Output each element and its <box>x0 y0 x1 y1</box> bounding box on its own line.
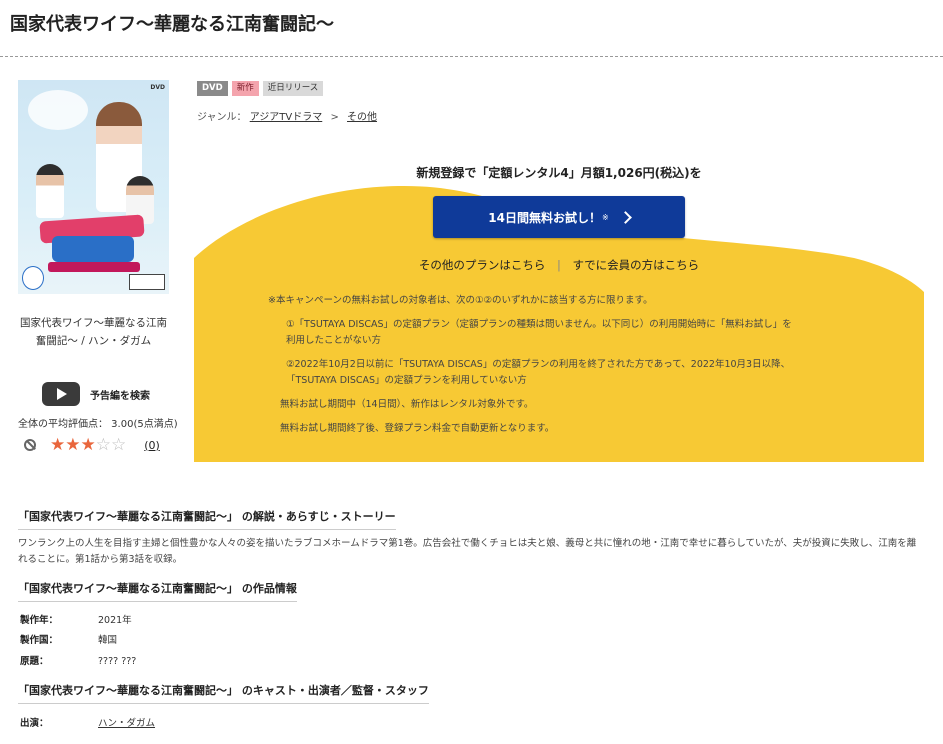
rental-label <box>129 274 165 290</box>
review-count-link[interactable]: (0) <box>144 439 160 452</box>
info-row-year: 製作年： 2021年 <box>20 612 132 626</box>
cover-figure-left <box>36 164 64 218</box>
cover-logo <box>32 214 152 278</box>
tag-coming-soon: 近日リリース <box>262 81 324 96</box>
campaign-headline: 新規登録で「定額レンタル4」月額1,026円(税込)を <box>416 166 702 180</box>
info-key: 製作国： <box>20 635 59 646</box>
no-rating-icon[interactable] <box>24 439 36 451</box>
info-value: 2021年 <box>98 615 132 626</box>
tag-list: DVD 新作 近日リリース <box>197 81 324 96</box>
info-key: 製作年： <box>20 615 59 626</box>
link-divider: | <box>557 258 561 272</box>
average-rating: 全体の平均評価点： 3.00(5点満点) <box>18 419 178 430</box>
genre-link-other[interactable]: その他 <box>347 112 377 123</box>
campaign-links: その他のプランはこちら | すでに会員の方はこちら <box>194 257 924 273</box>
info-row-original-title: 原題： ???? ??? <box>20 653 136 667</box>
star-empty-icon: ☆ <box>95 435 111 455</box>
member-login-link[interactable]: すでに会員の方はこちら <box>573 258 700 272</box>
genre-breadcrumb: ジャンル： アジアTVドラマ > その他 <box>197 108 377 123</box>
work-info-heading: 「国家代表ワイフ〜華麗なる江南奮闘記〜」 の作品情報 <box>18 580 297 602</box>
info-key: 出演： <box>20 718 49 729</box>
star-filled-icon: ★ <box>80 435 96 455</box>
campaign-banner: 新規登録で「定額レンタル4」月額1,026円(税込)を 14日間無料お試し！ ※… <box>194 150 924 462</box>
note-line: ※本キャンペーンの無料お試しの対象者は、次の①②のいずれかに該当する方に限ります… <box>268 295 653 306</box>
star-filled-icon: ★ <box>50 435 66 455</box>
cast-link[interactable]: ハン・ダガム <box>98 718 155 729</box>
genre-label: ジャンル： <box>197 112 247 123</box>
genre-link-asian-tv[interactable]: アジアTVドラマ <box>250 112 323 123</box>
cover-caption: 国家代表ワイフ〜華麗なる江南奮闘記〜 / ハン・ダガム <box>20 317 167 347</box>
rating-row: ★★★☆☆ (0) <box>24 436 160 454</box>
note-line: 「TSUTAYA DISCAS」の定額プランを利用していない方 <box>286 375 527 386</box>
note-line: ②2022年10月2日以前に「TSUTAYA DISCAS」の定額プランの利用を… <box>286 359 791 370</box>
info-key: 原題： <box>20 656 49 667</box>
trailer-search-button[interactable]: 予告編を検索 <box>42 382 150 406</box>
info-value: ???? ??? <box>98 656 137 667</box>
info-row-cast: 出演： ハン・ダガム <box>20 715 155 729</box>
trailer-label: 予告編を検索 <box>90 390 150 402</box>
note-line: ①「TSUTAYA DISCAS」の定額プラン（定額プランの種類は問いません。以… <box>286 319 792 330</box>
tag-new: 新作 <box>231 81 259 96</box>
free-trial-button[interactable]: 14日間無料お試し！ ※ <box>433 196 685 238</box>
play-icon <box>42 382 80 406</box>
free-trial-note-mark: ※ <box>602 212 609 222</box>
cover-image[interactable]: DVD <box>18 80 169 294</box>
free-trial-label: 14日間無料お試し！ <box>488 210 601 225</box>
story-text: ワンランク上の人生を目指す主婦と個性豊かな人々の姿を描いたラブコメホームドラマ第… <box>18 538 917 565</box>
dvd-mark: DVD <box>150 84 165 91</box>
chevron-right-icon <box>618 210 632 224</box>
info-row-country: 製作国： 韓国 <box>20 632 117 646</box>
story-heading: 「国家代表ワイフ〜華麗なる江南奮闘記〜」 の解説・あらすじ・ストーリー <box>18 508 396 530</box>
tag-dvd: DVD <box>197 81 228 96</box>
volume-badge <box>22 266 44 290</box>
note-line: 無料お試し期間中（14日間）、新作はレンタル対象外です。 <box>280 399 534 410</box>
star-rating: ★★★☆☆ <box>50 436 126 454</box>
cover-ribbon <box>28 90 88 130</box>
campaign-notes: ※本キャンペーンの無料お試しの対象者は、次の①②のいずれかに該当する方に限ります… <box>268 293 888 437</box>
other-plans-link[interactable]: その他のプランはこちら <box>419 258 546 272</box>
genre-separator: > <box>330 112 339 123</box>
star-empty-icon: ☆ <box>111 435 127 455</box>
note-line: 無料お試し期間終了後、登録プラン料金で自動更新となります。 <box>280 423 555 434</box>
cast-heading: 「国家代表ワイフ〜華麗なる江南奮闘記〜」 のキャスト・出演者／監督・スタッフ <box>18 682 429 704</box>
note-line: 利用したことがない方 <box>286 335 382 346</box>
info-value: 韓国 <box>98 635 118 646</box>
star-filled-icon: ★ <box>65 435 81 455</box>
header-divider <box>0 56 943 57</box>
page-title: 国家代表ワイフ〜華麗なる江南奮闘記〜 <box>10 14 334 35</box>
